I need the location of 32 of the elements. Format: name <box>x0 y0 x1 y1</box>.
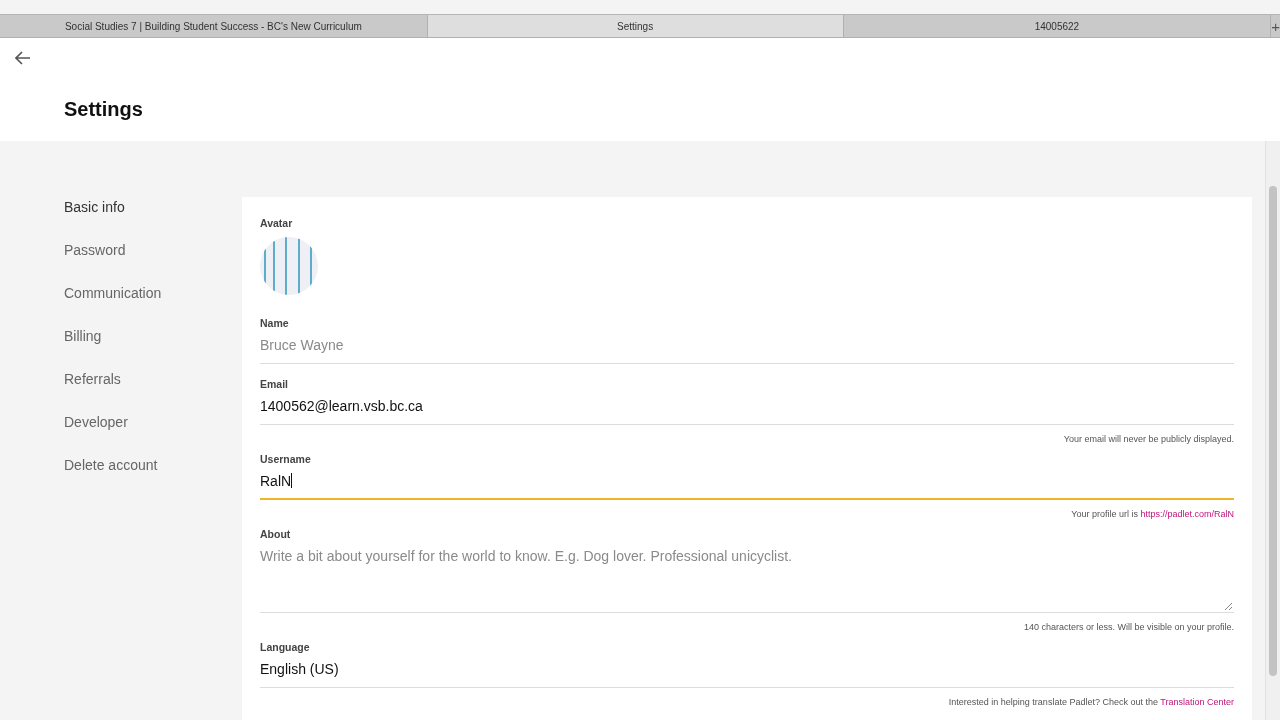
input-field[interactable]: Bruce Wayne <box>260 337 1234 364</box>
input-field[interactable]: English (US) <box>260 661 1234 688</box>
field-hint: 140 characters or less. Will be visible on your profile. <box>1022 622 1234 632</box>
field-label: Username <box>260 453 312 465</box>
sidebar-item[interactable]: Basic info <box>64 197 125 218</box>
new-tab-button[interactable]: + <box>1271 15 1280 37</box>
browser-tab[interactable]: Settings <box>427 15 844 37</box>
field-hint: Your email will never be publicly displayed. <box>1062 434 1234 444</box>
sidebar-item[interactable]: Delete account <box>64 455 158 476</box>
hint-link[interactable]: Translation Center <box>1160 697 1234 707</box>
field-label: Email <box>260 378 289 390</box>
input-field[interactable]: 1400562@learn.vsb.bc.ca <box>260 398 1234 425</box>
sidebar-item[interactable]: Billing <box>64 326 102 347</box>
scrollbar[interactable] <box>1265 141 1280 720</box>
text-area[interactable]: Write a bit about yourself for the world to know. E.g. Dog lover. Professional unicyclist. <box>260 548 1234 613</box>
sidebar-item[interactable]: Developer <box>64 412 128 433</box>
browser-tab[interactable]: Social Studies 7 | Building Student Success - BC's New Curriculum <box>0 15 428 37</box>
hint-link[interactable]: https://padlet.com/RalN <box>1140 509 1234 519</box>
resize-grip-icon[interactable] <box>1225 603 1232 610</box>
browser-tab[interactable]: 14005622 <box>843 15 1272 37</box>
field-label: Avatar <box>260 217 294 229</box>
page-title: Settings <box>64 98 143 121</box>
sidebar-item[interactable]: Communication <box>64 283 162 304</box>
sidebar-item[interactable]: Referrals <box>64 369 121 390</box>
sidebar-item[interactable]: Password <box>64 240 126 261</box>
field-label: Language <box>260 641 311 653</box>
back-arrow-icon[interactable] <box>15 51 31 65</box>
field-label: Name <box>260 317 290 329</box>
field-hint: Interested in helping translate Padlet? Check out the Translation Center <box>947 697 1234 707</box>
field-hint: Your profile url is https://padlet.com/RalN <box>1070 509 1234 519</box>
input-field[interactable]: RalN <box>260 473 1234 500</box>
field-label: About <box>260 528 292 540</box>
